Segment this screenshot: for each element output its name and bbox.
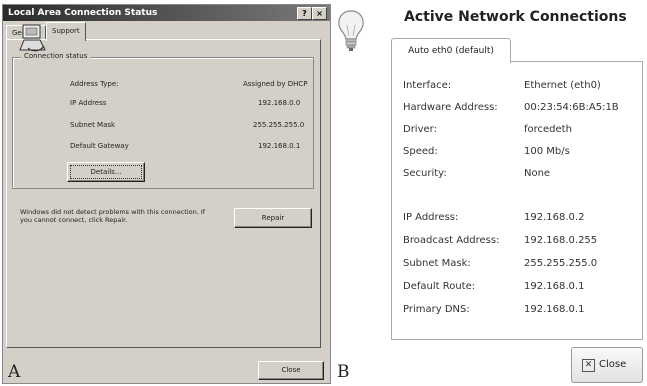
ip-address-label-b: IP Address: — [403, 212, 459, 223]
tab-auto-eth0[interactable]: Auto eth0 (default) — [391, 38, 511, 63]
default-gateway-value: 192.168.0.1 — [258, 142, 301, 150]
primary-dns-value: 192.168.0.1 — [524, 304, 585, 315]
panel-letter-a: A — [8, 362, 21, 382]
default-route-label: Default Route: — [403, 281, 476, 292]
ip-address-value-b: 192.168.0.2 — [524, 212, 585, 223]
window-close-button[interactable]: × — [312, 7, 327, 20]
default-gateway-label: Default Gateway — [70, 142, 129, 150]
help-button[interactable]: ? — [297, 7, 312, 20]
lightbulb-icon — [338, 10, 364, 51]
security-value: None — [524, 168, 551, 179]
speed-value: 100 Mb/s — [524, 146, 570, 157]
broadcast-address-label: Broadcast Address: — [403, 235, 500, 246]
panel-letter-b: B — [337, 362, 350, 382]
subnet-mask-label: Subnet Mask — [70, 121, 116, 129]
close-icon: ✕ — [582, 359, 595, 372]
subnet-mask-value-b: 255.255.255.0 — [524, 258, 598, 269]
status-message: Windows did not detect problems with thi… — [20, 208, 206, 224]
driver-label: Driver: — [403, 124, 437, 135]
security-label: Security: — [403, 168, 447, 179]
address-type-label: Address Type: — [70, 80, 119, 88]
ip-address-value: 192.168.0.0 — [258, 99, 301, 107]
close-button-b[interactable]: ✕ Close — [571, 347, 643, 383]
address-type-value: Assigned by DHCP — [243, 80, 308, 88]
hardware-address-value: 00:23:54:6B:A5:1B — [524, 102, 619, 113]
interface-value: Ethernet (eth0) — [524, 80, 601, 91]
close-button-label: Close — [599, 359, 627, 370]
primary-dns-label: Primary DNS: — [403, 304, 470, 315]
driver-value: forcedeth — [524, 124, 572, 135]
broadcast-address-value: 192.168.0.255 — [524, 235, 598, 246]
speed-label: Speed: — [403, 146, 438, 157]
ip-address-label: IP Address — [70, 99, 107, 107]
details-button[interactable]: Details... — [67, 162, 145, 182]
window-title: Local Area Connection Status — [8, 8, 158, 18]
panel-title: Active Network Connections — [404, 9, 627, 25]
close-button-a[interactable]: Close — [258, 361, 324, 380]
tab-support[interactable]: Support — [46, 22, 86, 41]
default-route-value: 192.168.0.1 — [524, 281, 585, 292]
interface-label: Interface: — [403, 80, 452, 91]
repair-button[interactable]: Repair — [234, 208, 312, 228]
window-titlebar: Local Area Connection Status ? × — [3, 5, 330, 21]
subnet-mask-value: 255.255.255.0 — [253, 121, 305, 129]
hardware-address-label: Hardware Address: — [403, 102, 498, 113]
subnet-mask-label-b: Subnet Mask: — [403, 258, 471, 269]
